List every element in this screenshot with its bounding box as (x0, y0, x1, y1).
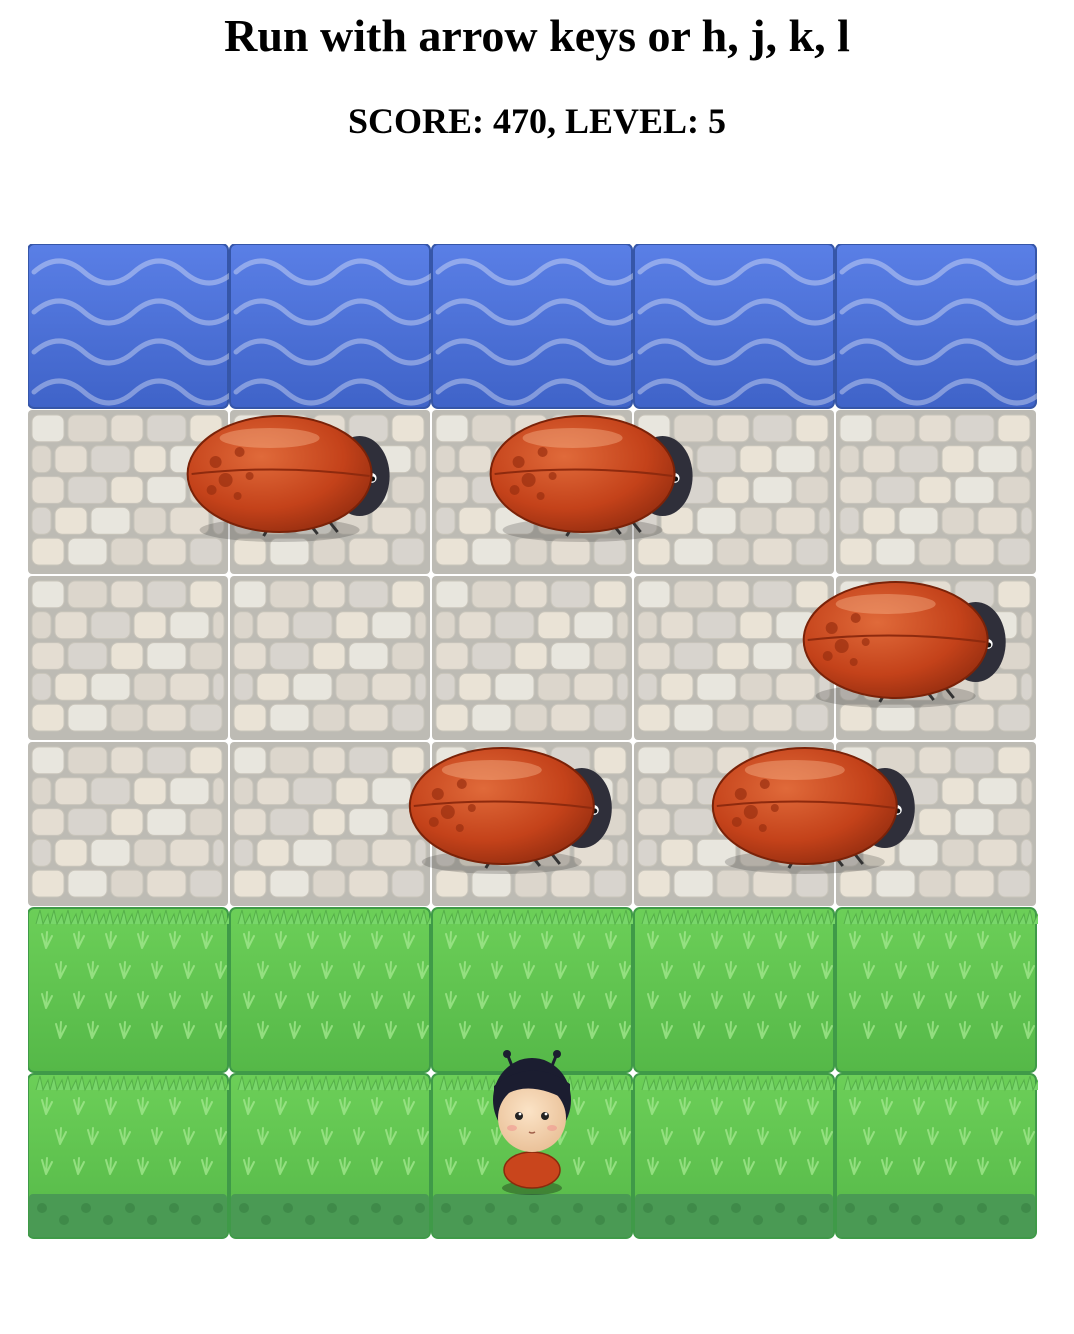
water-tile (28, 244, 237, 409)
water-tile (633, 244, 843, 409)
grass-tile (835, 1073, 1038, 1239)
stone-tile (28, 576, 228, 740)
game-instructions: Run with arrow keys or h, j, k, l (224, 10, 850, 61)
stone-tile (634, 576, 834, 740)
water-tile (431, 244, 641, 409)
grass-tile (28, 1073, 233, 1239)
score-level-display: SCORE: 470, LEVEL: 5 (347, 101, 727, 141)
stone-tile (432, 576, 632, 740)
grass-tile (28, 907, 233, 1073)
grass-tile (633, 1073, 839, 1239)
stone-tile (230, 742, 430, 906)
water-tile (229, 244, 439, 409)
stone-tile (836, 410, 1036, 574)
player-character-icon (493, 1050, 571, 1195)
grass-tile (229, 1073, 435, 1239)
grass-tile (431, 907, 637, 1073)
water-tile (835, 244, 1038, 409)
stone-tile (28, 742, 228, 906)
grass-tile (835, 907, 1038, 1073)
grass-tile (229, 907, 435, 1073)
stone-tile (230, 576, 430, 740)
game-board[interactable] (28, 244, 1038, 1316)
grass-tile (633, 907, 839, 1073)
